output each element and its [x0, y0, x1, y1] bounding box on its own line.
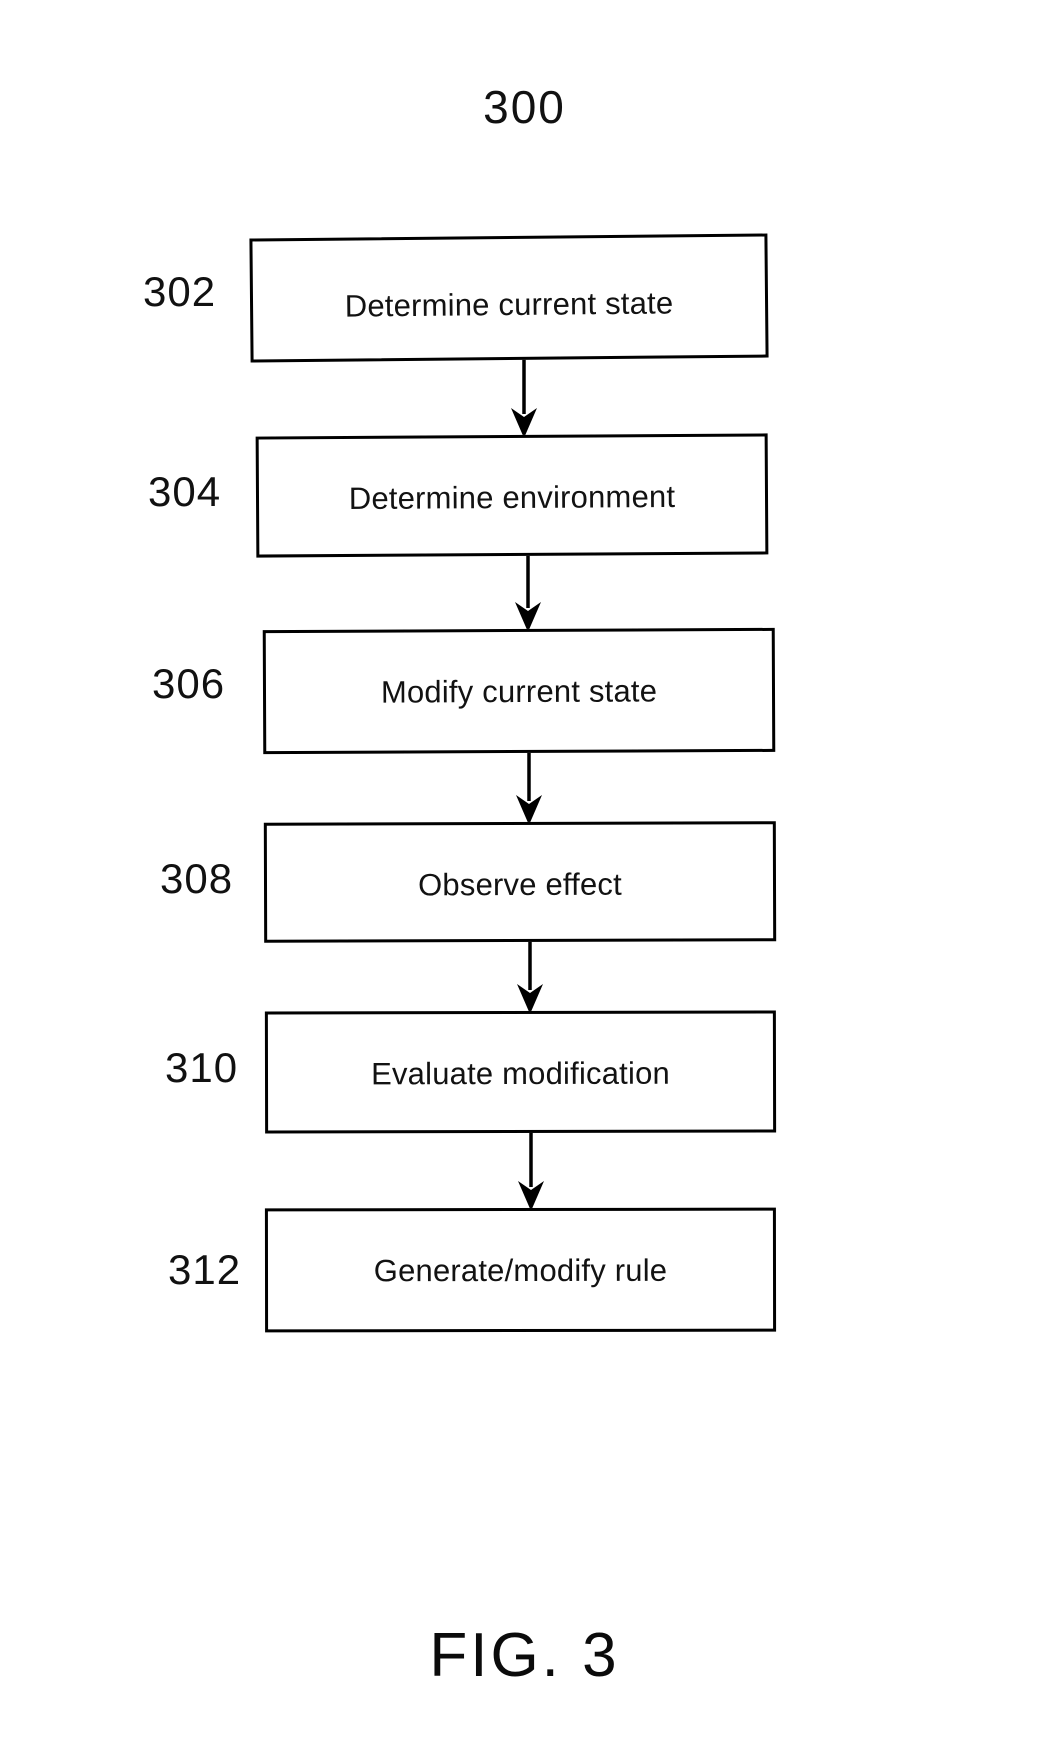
reference-numeral-310: 310	[165, 1044, 239, 1091]
flow-step-label-310: Evaluate modification	[371, 1055, 670, 1092]
flow-step-box-306: Modify current state	[262, 627, 776, 755]
patent-figure-page: 300 Determine current state 302 Determine …	[0, 0, 1049, 1741]
flow-step-label-312: Generate/modify rule	[373, 1252, 668, 1289]
connector-arrow-304-to-306	[508, 554, 548, 632]
connector-arrow-306-to-308	[509, 751, 549, 825]
reference-numeral-302: 302	[143, 268, 217, 315]
figure-number-top: 300	[483, 81, 566, 133]
reference-numeral-304: 304	[148, 468, 222, 515]
flow-step-box-310: Evaluate modification	[264, 1010, 777, 1134]
flow-step-box-304: Determine environment	[255, 433, 769, 558]
flow-step-label-302: Determine current state	[344, 285, 674, 324]
reference-numeral-308: 308	[160, 855, 234, 902]
reference-numeral-312: 312	[168, 1246, 242, 1293]
flow-step-label-304: Determine environment	[348, 479, 676, 516]
reference-numeral-306: 306	[152, 660, 226, 707]
flow-step-label-306: Modify current state	[380, 673, 658, 710]
connector-arrow-310-to-312	[511, 1131, 551, 1211]
connector-arrow-302-to-304	[504, 358, 544, 438]
figure-caption: FIG. 3	[429, 1621, 620, 1690]
flow-step-box-312: Generate/modify rule	[264, 1207, 777, 1333]
flow-step-box-302: Determine current state	[249, 233, 769, 363]
flow-step-box-308: Observe effect	[263, 821, 777, 943]
flow-step-label-308: Observe effect	[418, 866, 622, 903]
connector-arrow-308-to-310	[510, 940, 550, 1014]
